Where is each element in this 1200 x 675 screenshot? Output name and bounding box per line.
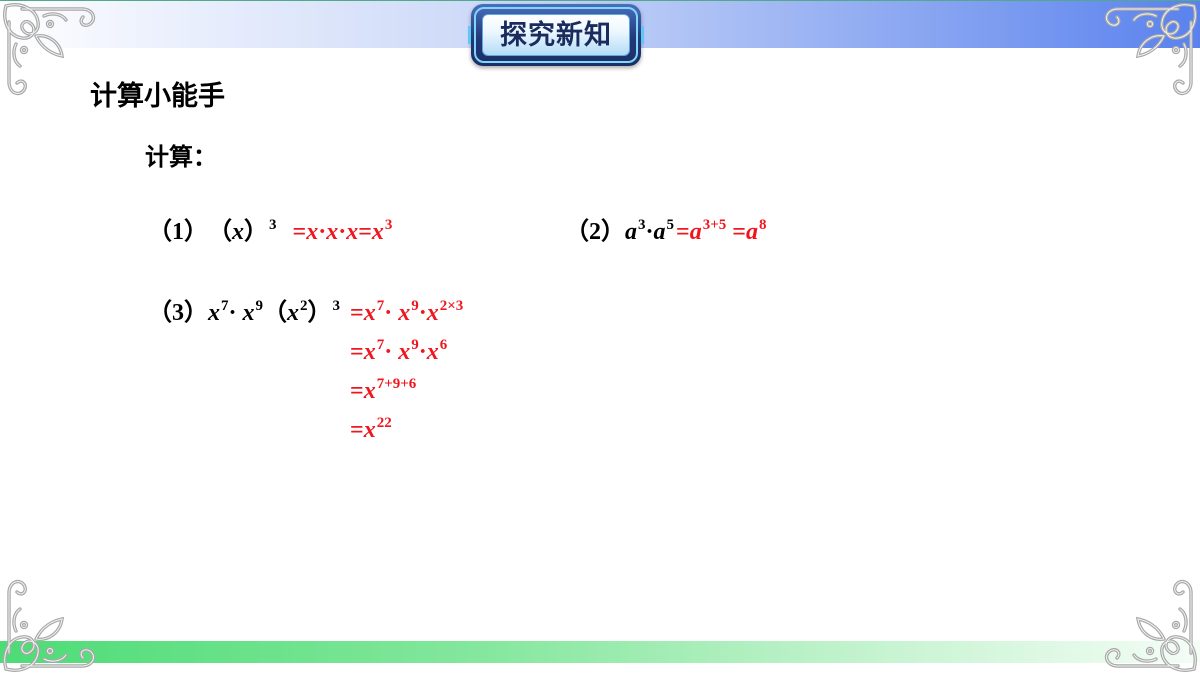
badge-title: 探究新知 (500, 19, 612, 51)
variable: x (426, 300, 439, 326)
problem-3-question: （3） x7· x9（x2）3 (148, 294, 340, 333)
exercise-prompt: 计算： (145, 143, 217, 171)
exponent: 8 (758, 217, 767, 233)
exponent: 3+5 (702, 217, 727, 233)
problem-3: （3） x7· x9（x2）3 =x7· x9·x2×3 =x7· x9·x6 … (148, 294, 463, 450)
problem-number: （2） (565, 219, 625, 245)
math-symbol: （ (208, 219, 232, 245)
variable: x (363, 339, 376, 365)
variable: x (371, 219, 384, 245)
exponent: 2 (300, 298, 308, 314)
variable: a (689, 219, 702, 245)
variable: x (208, 300, 220, 326)
question-expression: （x）3 (208, 213, 277, 255)
math-symbol: = (350, 417, 364, 443)
problem-1-answer: =x·x·x=x3 (293, 213, 393, 252)
variable: x (398, 339, 411, 365)
problem-number: （1） (148, 219, 208, 245)
answer-line: =x·x·x=x3 (293, 213, 393, 252)
badge-panel: 探究新知 (482, 14, 630, 56)
corner-ornament-bottom-right (1100, 575, 1200, 675)
variable: x (326, 219, 339, 245)
footer-bar (0, 641, 1200, 663)
exponent: 5 (666, 217, 675, 233)
variable: x (346, 219, 359, 245)
math-symbol: （ (263, 300, 288, 326)
ornament-graphic (1100, 575, 1200, 675)
variable: x (232, 219, 244, 245)
problem-1-question: （1） （x）3 (148, 213, 277, 252)
answer-line: =x7· x9·x2×3 (350, 294, 463, 333)
math-symbol: · (384, 300, 399, 326)
variable: x (242, 300, 255, 326)
math-symbol: · (418, 339, 427, 365)
corner-ornament-top-left (0, 0, 100, 100)
exponent: 6 (439, 337, 448, 353)
exponent: 3 (269, 217, 277, 233)
math-symbol: · (645, 219, 654, 245)
exponent: 7 (376, 298, 385, 314)
math-symbol: ） (244, 219, 268, 245)
math-symbol: = (358, 219, 372, 245)
variable: a (653, 219, 666, 245)
ornament-graphic (0, 575, 100, 675)
variable: x (363, 300, 376, 326)
variable: a (625, 219, 637, 245)
variable: x (426, 339, 439, 365)
math-symbol: · (228, 300, 243, 326)
math-symbol: = (726, 219, 746, 245)
exponent: 9 (255, 298, 264, 314)
problem-number: （3） (148, 300, 208, 326)
exponent: 9 (411, 337, 419, 353)
math-symbol: = (676, 219, 690, 245)
variable: x (363, 417, 376, 443)
exponent: 22 (376, 415, 392, 431)
math-symbol: · (318, 219, 327, 245)
section-title: 计算小能手 (90, 81, 225, 112)
answer-line: =x7· x9·x6 (350, 333, 463, 372)
problem-3-answer: =x7· x9·x2×3 =x7· x9·x6 =x7+9+6 =x22 (350, 294, 463, 450)
exponent: 3 (384, 217, 393, 233)
variable: x (398, 300, 411, 326)
problem-2-answer: =a3+5 =a8 (676, 213, 766, 252)
problem-2: （2） a3·a5 =a3+5 =a8 (565, 213, 766, 252)
answer-line: =x22 (350, 411, 463, 450)
exponent: 7+9+6 (376, 376, 417, 392)
math-symbol: · (418, 300, 427, 326)
section-badge: 探究新知 (468, 4, 644, 66)
question-expression: a3·a5 (625, 213, 674, 255)
ornament-graphic (0, 0, 100, 100)
variable: x (287, 300, 300, 326)
corner-ornament-top-right (1100, 0, 1200, 100)
math-symbol: = (350, 378, 364, 404)
math-symbol: · (384, 339, 399, 365)
exponent: 3 (638, 217, 646, 233)
variable: x (363, 378, 376, 404)
answer-line: =a3+5 =a8 (676, 213, 766, 252)
math-symbol: = (292, 219, 307, 245)
exponent: 7 (376, 337, 385, 353)
problem-2-question: （2） a3·a5 (565, 213, 674, 252)
question-expression: x7· x9（x2）3 (208, 294, 340, 336)
exponent: 7 (221, 298, 229, 314)
variable: a (745, 219, 758, 245)
ornament-graphic (1100, 0, 1200, 100)
math-symbol: ） (307, 300, 332, 326)
corner-ornament-bottom-left (0, 575, 100, 675)
problem-1: （1） （x）3 =x·x·x=x3 (148, 213, 392, 252)
exponent: 3 (332, 298, 341, 314)
math-symbol: = (350, 339, 364, 365)
answer-line: =x7+9+6 (350, 372, 463, 411)
variable: x (306, 219, 319, 245)
exponent: 9 (411, 298, 419, 314)
math-symbol: = (350, 300, 364, 326)
exponent: 2×3 (439, 298, 464, 314)
